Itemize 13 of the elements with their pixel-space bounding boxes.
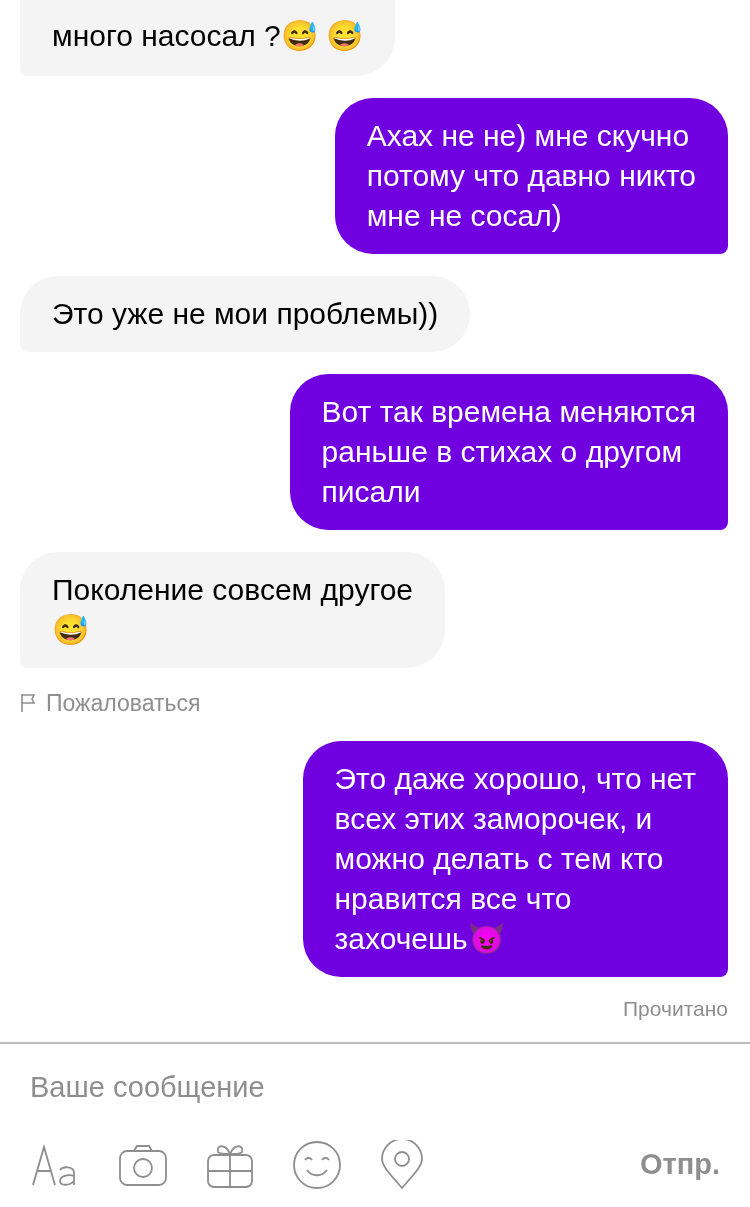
location-pin-icon[interactable] <box>380 1139 424 1190</box>
smiley-icon[interactable] <box>292 1139 342 1190</box>
incoming-message: много насосал ?😅 😅 <box>20 0 395 76</box>
camera-icon[interactable] <box>118 1142 168 1187</box>
report-link[interactable]: Пожаловаться <box>46 686 201 721</box>
incoming-message: Это уже не мои проблемы)) <box>20 276 471 352</box>
outgoing-message: Ахах не не) мне скучно потому что давно никто мне не сосал) <box>334 98 728 254</box>
outgoing-message: Вот так времена меняются раньше в стихах о другом писали <box>289 374 728 530</box>
flag-icon[interactable] <box>20 693 38 714</box>
send-button[interactable]: Отпр. <box>639 1142 720 1187</box>
outgoing-message: Это даже хорошо, что нет всех этих заморочек, и можно делать с тем кто нравится все что захочешь😈 <box>302 740 728 977</box>
incoming-message: Поколение совсем другое 😅 <box>20 552 446 668</box>
read-status: Прочитано <box>623 995 728 1022</box>
